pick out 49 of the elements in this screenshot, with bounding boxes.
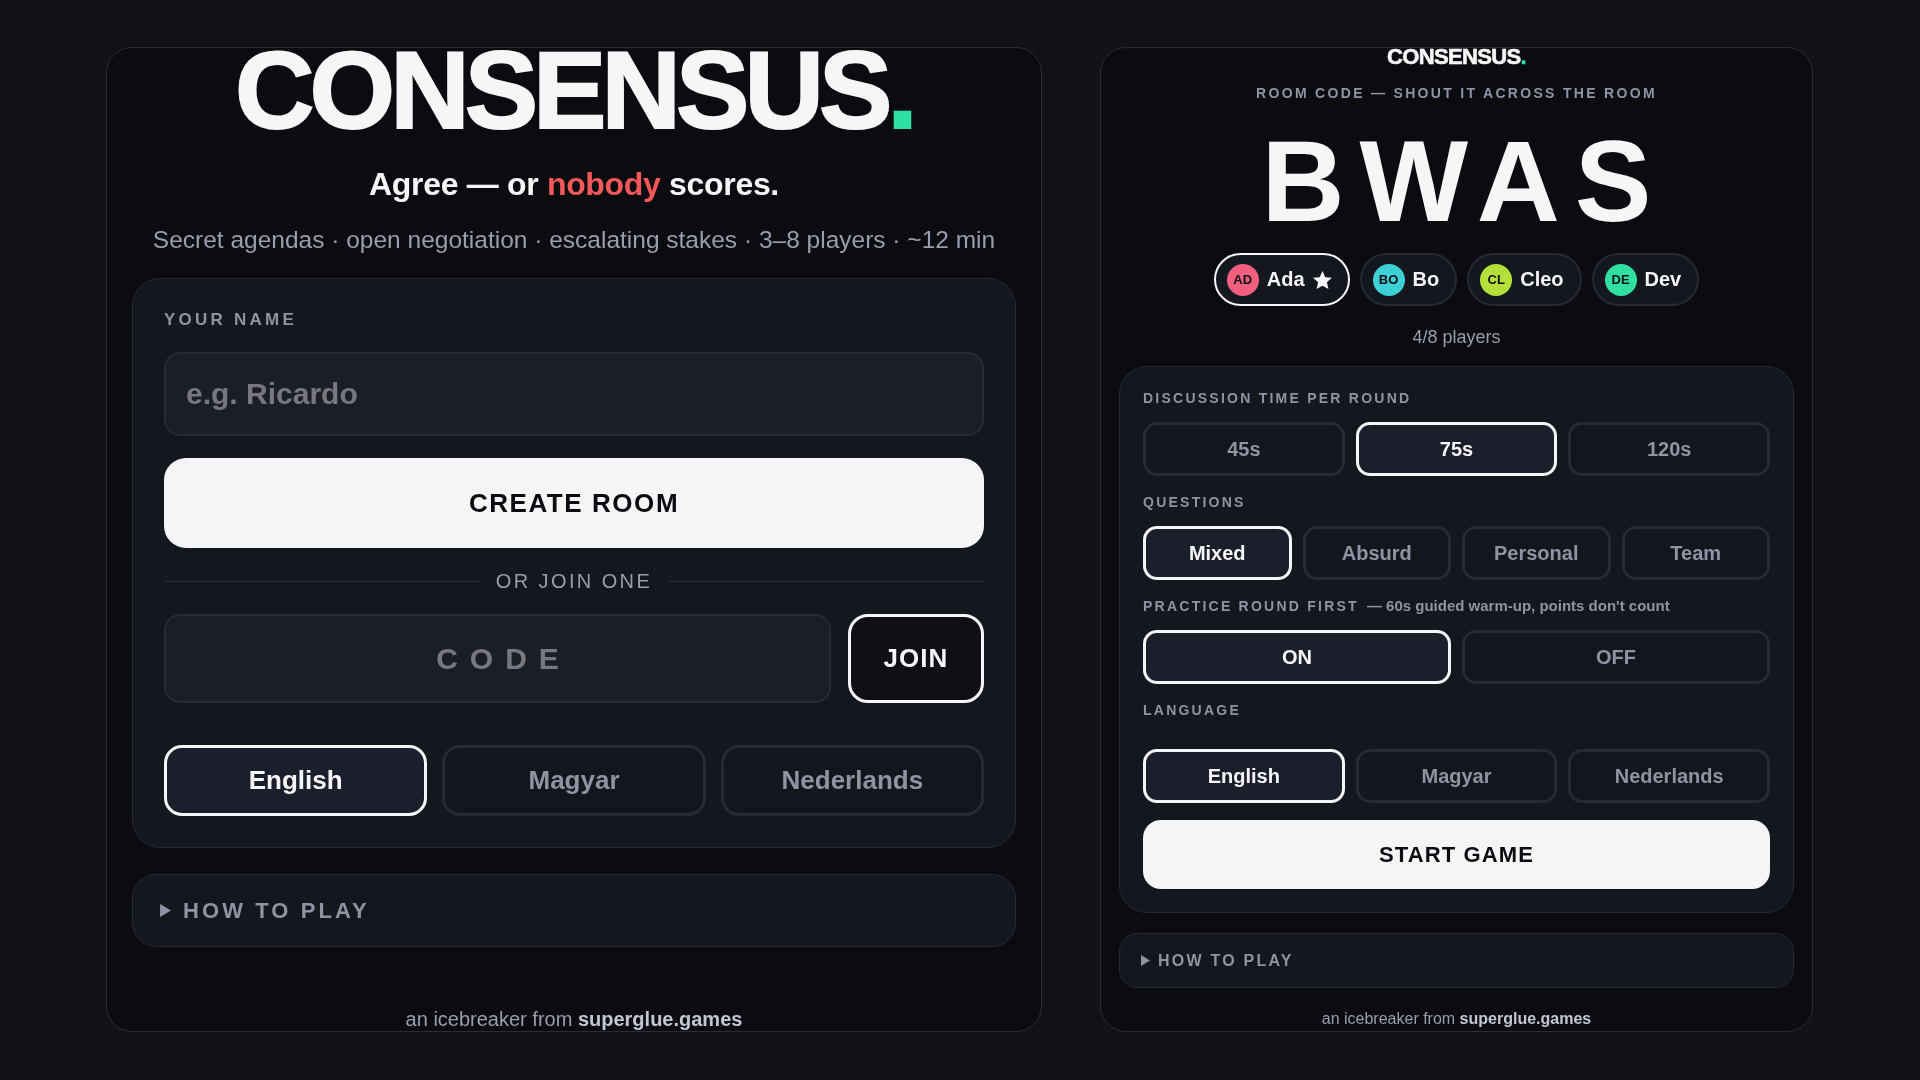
option-button[interactable]: Nederlands (1568, 749, 1770, 803)
option-button[interactable]: 120s (1568, 422, 1770, 476)
player-name: Bo (1412, 268, 1440, 291)
setting-label: PRACTICE ROUND FIRST (1143, 597, 1359, 615)
language-option[interactable]: Nederlands (720, 745, 984, 816)
room-code: BWAS (1260, 135, 1667, 227)
tagline: Agree — or nobody scores. (369, 165, 779, 204)
room-code-input[interactable]: CODE (164, 614, 831, 703)
player-avatar: DE (1604, 263, 1637, 296)
setting-label: LANGUAGE (1143, 701, 1242, 719)
how-to-play-toggle[interactable]: HOW TO PLAY (132, 874, 1016, 947)
option-button[interactable]: Personal (1462, 526, 1611, 580)
name-input[interactable]: e.g. Ricardo (164, 352, 984, 436)
option-button[interactable]: 45s (1143, 422, 1345, 476)
option-button[interactable]: OFF (1462, 630, 1770, 684)
option-button[interactable]: ON (1143, 630, 1451, 684)
language-option[interactable]: Magyar (442, 745, 706, 816)
player-name: Dev (1644, 268, 1682, 291)
option-button[interactable]: 75s (1355, 422, 1558, 476)
option-button[interactable]: English (1143, 749, 1345, 803)
option-button[interactable]: Team (1621, 526, 1770, 580)
divider-label: OR JOIN ONE (495, 569, 653, 593)
player-name: Cleo (1520, 268, 1564, 291)
star-icon (1312, 270, 1332, 289)
site-link[interactable]: superglue.games (577, 1008, 743, 1030)
player-avatar: CL (1480, 263, 1513, 296)
player-name: Ada (1266, 268, 1305, 291)
player-avatar: BO (1372, 263, 1405, 296)
logo-wordmark: CONSENSUS. (1387, 48, 1526, 66)
create-room-button[interactable]: CREATE ROOM (164, 458, 984, 548)
player-avatar: AD (1226, 263, 1259, 296)
field-label: YOUR NAME (164, 309, 297, 331)
player-count: 4/8 players (1412, 326, 1501, 348)
option-button[interactable]: Magyar (1355, 749, 1558, 803)
language-option[interactable]: English (164, 745, 428, 816)
game-summary: Secret agendas · open negotiation · escalating stakes · 3–8 players · ~12 min (152, 225, 996, 255)
start-game-button[interactable]: START GAME (1143, 820, 1770, 889)
option-button[interactable]: Absurd (1302, 526, 1451, 580)
join-button[interactable]: JOIN (848, 614, 984, 703)
footer-credit: an icebreaker from superglue.games (1321, 1010, 1592, 1028)
site-link[interactable]: superglue.games (1459, 1010, 1592, 1027)
setting-hint: — 60s guided warm-up, points don't count (1366, 597, 1670, 615)
how-to-play-toggle[interactable]: HOW TO PLAY (1119, 933, 1794, 988)
setting-label: QUESTIONS (1143, 493, 1246, 511)
footer-credit: an icebreaker from superglue.games (405, 1008, 743, 1030)
room-code-caption: ROOM CODE — SHOUT IT ACROSS THE ROOM (1256, 84, 1657, 103)
option-button[interactable]: Mixed (1143, 526, 1292, 580)
logo-wordmark: CONSENSUS. (235, 48, 913, 132)
setting-label: DISCUSSION TIME PER ROUND (1143, 389, 1412, 407)
